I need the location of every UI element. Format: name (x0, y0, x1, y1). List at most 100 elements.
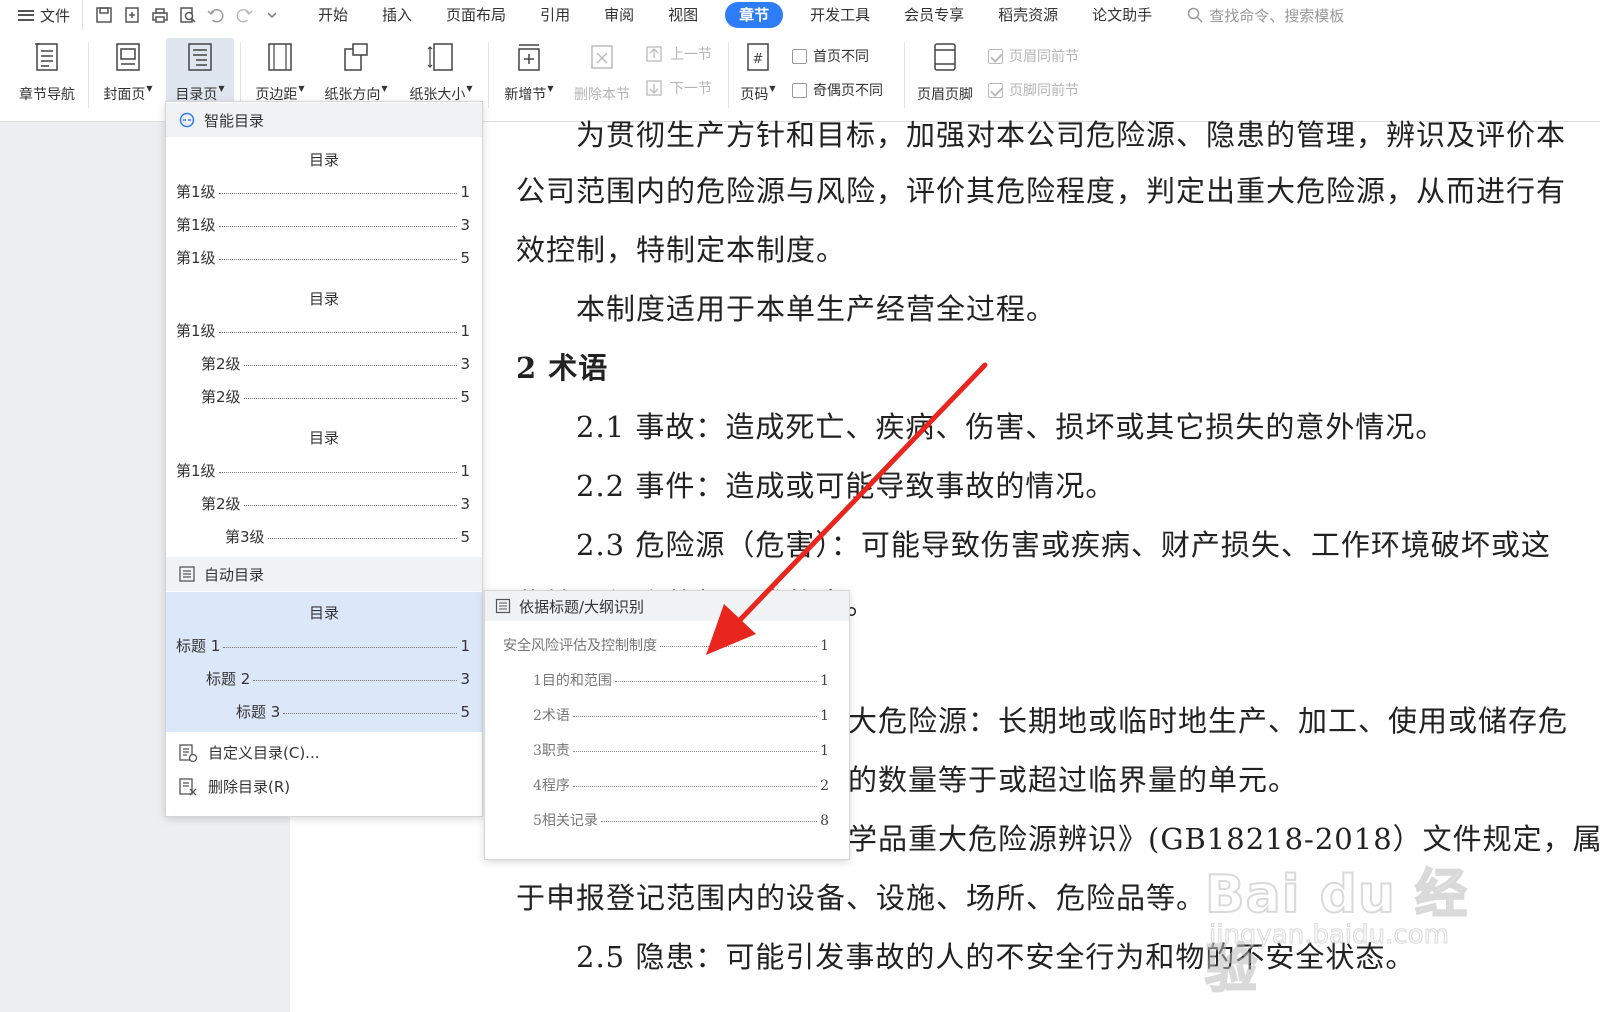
toc-preview-row: 第1级 3 (176, 216, 470, 234)
next-section-button[interactable]: 下一节 (644, 78, 712, 98)
odd-even-different-label: 奇偶页不同 (813, 83, 883, 99)
page-number-button[interactable]: # 页码▼ (734, 38, 782, 118)
tab-section[interactable]: 章节 (725, 2, 784, 28)
dropdown-caret-icon: ▼ (218, 84, 225, 93)
dropdown-caret-icon: ▼ (547, 84, 554, 93)
tab-thesis-assistant[interactable]: 论文助手 (1075, 0, 1169, 30)
checkbox-checked-icon (988, 48, 1003, 64)
paragraph-line: 2.3 危险源（危害）：可能导致伤害或疾病、财产损失、工作环境破坏或这 (576, 528, 1551, 562)
page-number-icon: # (741, 38, 775, 76)
header-same-as-previous-label: 页眉同前节 (1009, 49, 1079, 65)
delete-toc-icon (179, 777, 197, 795)
new-section-button[interactable]: 新增节▼ (498, 38, 560, 118)
tab-view[interactable]: 视图 (651, 0, 715, 30)
delete-section-label: 删除本节 (574, 87, 630, 103)
auto-toc-header: 自动目录 (166, 557, 482, 591)
print-icon[interactable] (151, 6, 169, 24)
paragraph-line: 效控制，特制定本制度。 (516, 233, 847, 267)
baidu-watermark: Bai du 经验 jingyan.baidu.com (1204, 852, 1495, 1001)
section-heading: 2 术语 (516, 351, 609, 385)
outline-toc-submenu[interactable]: 依据标题/大纲识别 安全风险评估及控制制度 1 1目的和范围 1 2术语 1 3职责 1… (484, 590, 850, 860)
toc-preview-row: 标题 23 (206, 670, 470, 688)
delete-section-icon (585, 38, 619, 76)
new-section-label: 新增节 (504, 87, 547, 103)
toc-preview-title: 目录 (308, 604, 339, 622)
tab-page-layout[interactable]: 页面布局 (429, 0, 523, 30)
delete-toc-menu-item[interactable]: 删除目录(R) (178, 776, 290, 797)
tab-member[interactable]: 会员专享 (887, 0, 981, 30)
paragraph-line: 本制度适用于本单生产经营全过程。 (576, 292, 1057, 326)
toc-dropdown-menu: 智能目录 目录 第1级 1 第1级 3 第1级 5 目录 第1级 1 第2级 3 第2级 5… (165, 101, 483, 817)
chapter-nav-button[interactable]: 章节导航 (12, 38, 82, 118)
checkbox-checked-icon (988, 82, 1003, 98)
export-pdf-icon[interactable] (123, 6, 141, 24)
search-icon (1187, 7, 1203, 23)
header-same-as-previous-checkbox[interactable]: 页眉同前节 (988, 46, 1079, 66)
outline-toc-row: 3职责 1 (533, 743, 829, 759)
cover-page-button[interactable]: 封面页▼ (96, 38, 160, 118)
save-icon[interactable] (95, 6, 113, 24)
header-footer-icon (928, 38, 962, 76)
print-preview-icon[interactable] (179, 6, 197, 24)
orientation-icon (339, 38, 373, 76)
first-page-different-checkbox[interactable]: 首页不同 (792, 46, 869, 66)
list-icon (179, 566, 195, 582)
undo-icon[interactable] (207, 6, 225, 24)
outline-toc-header-label: 依据标题/大纲识别 (519, 597, 645, 616)
checkbox-icon (792, 48, 807, 64)
redo-icon[interactable] (235, 6, 253, 24)
tab-insert[interactable]: 插入 (365, 0, 429, 30)
odd-even-different-checkbox[interactable]: 奇偶页不同 (792, 80, 883, 100)
chapter-nav-label: 章节导航 (19, 87, 75, 103)
outline-toc-row: 5相关记录 8 (533, 813, 829, 829)
toc-preview-title: 目录 (308, 151, 339, 169)
ribbon-divider (88, 42, 89, 108)
refresh-icon (179, 112, 195, 128)
paragraph-line: 于申报登记范围内的设备、设施、场所、危险品等。 (516, 881, 1207, 915)
next-section-label: 下一节 (670, 81, 712, 97)
toc-preview-row: 第1级 1 (176, 322, 470, 340)
delete-toc-label: 删除目录(R) (208, 778, 291, 796)
search-placeholder: 查找命令、搜索模板 (1209, 6, 1345, 25)
tab-review[interactable]: 审阅 (587, 0, 651, 30)
chevron-down-icon[interactable] (263, 6, 281, 24)
first-page-different-label: 首页不同 (813, 49, 869, 65)
prev-section-label: 上一节 (670, 47, 712, 63)
ribbon-tabs: 开始 插入 页面布局 引用 审阅 视图 章节 开发工具 会员专享 稻壳资源 论文… (301, 0, 1169, 30)
tab-docer-resources[interactable]: 稻壳资源 (981, 0, 1075, 30)
checkbox-icon (792, 82, 807, 98)
file-menu-label: 文件 (40, 6, 71, 25)
auto-toc-label: 自动目录 (204, 565, 265, 584)
custom-toc-label: 自定义目录(C)... (208, 744, 320, 762)
prev-section-button[interactable]: 上一节 (644, 44, 712, 64)
outline-toc-row: 1目的和范围 1 (533, 673, 829, 689)
command-search[interactable]: 查找命令、搜索模板 (1187, 5, 1344, 26)
delete-section-button[interactable]: 删除本节 (568, 38, 636, 118)
ribbon-divider (240, 42, 241, 108)
toc-preview-row: 第3级 5 (225, 528, 470, 546)
outline-toc-row: 4程序 2 (533, 778, 829, 794)
quick-access-toolbar (82, 0, 293, 30)
tab-references[interactable]: 引用 (523, 0, 587, 30)
svg-text:#: # (753, 52, 764, 67)
paragraph-line: 为贯彻生产方针和目标，加强对本公司危险源、隐患的管理，辨识及评价本 (576, 118, 1567, 152)
paragraph-line: 2.2 事件：造成或可能导致事故的情况。 (576, 469, 1116, 503)
custom-toc-menu-item[interactable]: 自定义目录(C)... (178, 742, 319, 763)
outline-toc-header: 依据标题/大纲识别 (485, 591, 849, 621)
list-icon (495, 598, 511, 614)
footer-same-as-previous-label: 页脚同前节 (1009, 83, 1079, 99)
page-number-label: 页码 (740, 87, 769, 103)
header-footer-button[interactable]: 页眉页脚 (910, 38, 980, 118)
tab-developer[interactable]: 开发工具 (793, 0, 887, 30)
toc-preview-row: 标题 11 (176, 637, 470, 655)
tab-home[interactable]: 开始 (301, 0, 365, 30)
toc-preview-row: 第2级 3 (201, 495, 470, 513)
toc-preview-row: 标题 35 (236, 703, 470, 721)
footer-same-as-previous-checkbox[interactable]: 页脚同前节 (988, 80, 1079, 100)
paragraph-line: 公司范围内的危险源与风险，评价其危险程度，判定出重大危险源，从而进行有 (516, 174, 1567, 208)
dropdown-caret-icon: ▼ (298, 84, 305, 93)
file-menu[interactable]: 文件 (0, 0, 82, 30)
toc-preview-row: 第1级 1 (176, 462, 470, 480)
new-section-icon (512, 38, 546, 76)
smart-toc-header: 智能目录 (166, 103, 482, 137)
